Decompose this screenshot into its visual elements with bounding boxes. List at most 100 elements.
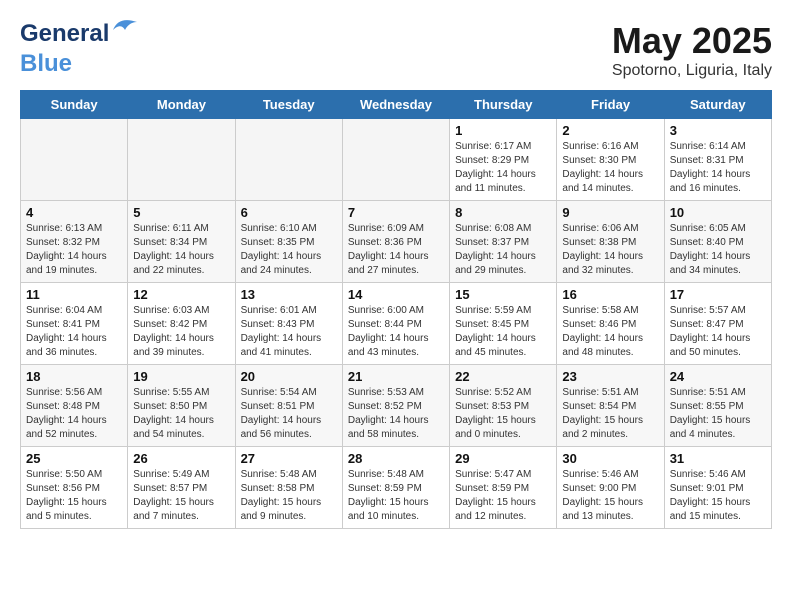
calendar-cell: 7Sunrise: 6:09 AM Sunset: 8:36 PM Daylig… xyxy=(342,201,449,283)
calendar-subtitle: Spotorno, Liguria, Italy xyxy=(612,62,772,80)
day-info: Sunrise: 5:52 AM Sunset: 8:53 PM Dayligh… xyxy=(455,386,551,442)
day-info: Sunrise: 5:57 AM Sunset: 8:47 PM Dayligh… xyxy=(670,304,766,360)
day-number: 7 xyxy=(348,205,444,220)
logo-blue: Blue xyxy=(20,50,72,77)
day-number: 4 xyxy=(26,205,122,220)
day-number: 15 xyxy=(455,287,551,302)
calendar-cell: 24 Sunrise: 5:51 AM Sunset: 8:55 PM Dayli… xyxy=(664,365,771,447)
calendar-week-row: 1Sunrise: 6:17 AM Sunset: 8:29 PM Daylig… xyxy=(21,119,772,201)
day-number: 28 xyxy=(348,451,444,466)
day-number: 24 xyxy=(670,369,766,384)
page-header: General Blue May 2025 Spotorno, Liguria,… xyxy=(20,20,772,80)
logo-general: General xyxy=(20,20,109,47)
calendar-cell xyxy=(21,119,128,201)
day-info: Sunrise: 6:06 AM Sunset: 8:38 PM Dayligh… xyxy=(562,222,658,278)
calendar-header-row: SundayMondayTuesdayWednesdayThursdayFrid… xyxy=(21,91,772,119)
day-info: Sunrise: 5:55 AM Sunset: 8:50 PM Dayligh… xyxy=(133,386,229,442)
calendar-cell: 26Sunrise: 5:49 AM Sunset: 8:57 PM Dayli… xyxy=(128,447,235,529)
day-header-saturday: Saturday xyxy=(664,91,771,119)
calendar-cell: 17 Sunrise: 5:57 AM Sunset: 8:47 PM Dayli… xyxy=(664,283,771,365)
calendar-week-row: 4Sunrise: 6:13 AM Sunset: 8:32 PM Daylig… xyxy=(21,201,772,283)
day-number: 5 xyxy=(133,205,229,220)
day-number: 18 xyxy=(26,369,122,384)
day-info: Sunrise: 6:05 AM Sunset: 8:40 PM Dayligh… xyxy=(670,222,766,278)
calendar-cell: 31 Sunrise: 5:46 AM Sunset: 9:01 PM Dayli… xyxy=(664,447,771,529)
day-number: 13 xyxy=(241,287,337,302)
calendar-week-row: 18 Sunrise: 5:56 AM Sunset: 8:48 PM Dayli… xyxy=(21,365,772,447)
calendar-cell: 18 Sunrise: 5:56 AM Sunset: 8:48 PM Dayli… xyxy=(21,365,128,447)
calendar-cell: 5 Sunrise: 6:11 AM Sunset: 8:34 PM Daylig… xyxy=(128,201,235,283)
day-info: Sunrise: 5:56 AM Sunset: 8:48 PM Dayligh… xyxy=(26,386,122,442)
day-number: 9 xyxy=(562,205,658,220)
calendar-cell: 29Sunrise: 5:47 AM Sunset: 8:59 PM Dayli… xyxy=(450,447,557,529)
day-number: 6 xyxy=(241,205,337,220)
day-number: 10 xyxy=(670,205,766,220)
day-header-wednesday: Wednesday xyxy=(342,91,449,119)
calendar-cell: 30 Sunrise: 5:46 AM Sunset: 9:00 PM Dayli… xyxy=(557,447,664,529)
day-number: 25 xyxy=(26,451,122,466)
calendar-cell: 4Sunrise: 6:13 AM Sunset: 8:32 PM Daylig… xyxy=(21,201,128,283)
day-number: 27 xyxy=(241,451,337,466)
day-number: 19 xyxy=(133,369,229,384)
calendar-cell: 6 Sunrise: 6:10 AM Sunset: 8:35 PM Daylig… xyxy=(235,201,342,283)
calendar-cell: 22 Sunrise: 5:52 AM Sunset: 8:53 PM Dayli… xyxy=(450,365,557,447)
logo-bird-icon xyxy=(111,16,139,34)
calendar-title: May 2025 xyxy=(612,20,772,62)
calendar-cell: 25Sunrise: 5:50 AM Sunset: 8:56 PM Dayli… xyxy=(21,447,128,529)
calendar-cell: 20 Sunrise: 5:54 AM Sunset: 8:51 PM Dayli… xyxy=(235,365,342,447)
title-area: May 2025 Spotorno, Liguria, Italy xyxy=(612,20,772,80)
calendar-cell: 19 Sunrise: 5:55 AM Sunset: 8:50 PM Dayli… xyxy=(128,365,235,447)
day-info: Sunrise: 5:54 AM Sunset: 8:51 PM Dayligh… xyxy=(241,386,337,442)
day-number: 17 xyxy=(670,287,766,302)
day-number: 12 xyxy=(133,287,229,302)
calendar-cell: 21Sunrise: 5:53 AM Sunset: 8:52 PM Dayli… xyxy=(342,365,449,447)
day-number: 11 xyxy=(26,287,122,302)
day-number: 20 xyxy=(241,369,337,384)
calendar-cell: 1Sunrise: 6:17 AM Sunset: 8:29 PM Daylig… xyxy=(450,119,557,201)
day-info: Sunrise: 5:48 AM Sunset: 8:58 PM Dayligh… xyxy=(241,468,337,524)
day-number: 30 xyxy=(562,451,658,466)
calendar-cell: 27 Sunrise: 5:48 AM Sunset: 8:58 PM Dayli… xyxy=(235,447,342,529)
day-number: 3 xyxy=(670,123,766,138)
day-header-monday: Monday xyxy=(128,91,235,119)
day-info: Sunrise: 6:10 AM Sunset: 8:35 PM Dayligh… xyxy=(241,222,337,278)
calendar-cell: 8Sunrise: 6:08 AM Sunset: 8:37 PM Daylig… xyxy=(450,201,557,283)
day-info: Sunrise: 5:48 AM Sunset: 8:59 PM Dayligh… xyxy=(348,468,444,524)
day-info: Sunrise: 5:46 AM Sunset: 9:01 PM Dayligh… xyxy=(670,468,766,524)
calendar-cell: 15 Sunrise: 5:59 AM Sunset: 8:45 PM Dayli… xyxy=(450,283,557,365)
calendar-cell: 16 Sunrise: 5:58 AM Sunset: 8:46 PM Dayli… xyxy=(557,283,664,365)
day-info: Sunrise: 5:49 AM Sunset: 8:57 PM Dayligh… xyxy=(133,468,229,524)
calendar-cell xyxy=(128,119,235,201)
calendar-cell: 10 Sunrise: 6:05 AM Sunset: 8:40 PM Dayli… xyxy=(664,201,771,283)
day-number: 23 xyxy=(562,369,658,384)
calendar-cell: 9 Sunrise: 6:06 AM Sunset: 8:38 PM Daylig… xyxy=(557,201,664,283)
day-info: Sunrise: 5:46 AM Sunset: 9:00 PM Dayligh… xyxy=(562,468,658,524)
day-number: 2 xyxy=(562,123,658,138)
logo: General Blue xyxy=(20,20,109,78)
day-number: 8 xyxy=(455,205,551,220)
day-number: 31 xyxy=(670,451,766,466)
day-header-tuesday: Tuesday xyxy=(235,91,342,119)
calendar-cell: 23Sunrise: 5:51 AM Sunset: 8:54 PM Dayli… xyxy=(557,365,664,447)
calendar-cell: 13Sunrise: 6:01 AM Sunset: 8:43 PM Dayli… xyxy=(235,283,342,365)
day-info: Sunrise: 6:00 AM Sunset: 8:44 PM Dayligh… xyxy=(348,304,444,360)
calendar-cell: 2Sunrise: 6:16 AM Sunset: 8:30 PM Daylig… xyxy=(557,119,664,201)
day-info: Sunrise: 5:58 AM Sunset: 8:46 PM Dayligh… xyxy=(562,304,658,360)
day-info: Sunrise: 5:59 AM Sunset: 8:45 PM Dayligh… xyxy=(455,304,551,360)
day-info: Sunrise: 6:03 AM Sunset: 8:42 PM Dayligh… xyxy=(133,304,229,360)
day-number: 22 xyxy=(455,369,551,384)
day-info: Sunrise: 5:51 AM Sunset: 8:55 PM Dayligh… xyxy=(670,386,766,442)
day-number: 16 xyxy=(562,287,658,302)
day-info: Sunrise: 6:14 AM Sunset: 8:31 PM Dayligh… xyxy=(670,140,766,196)
day-number: 1 xyxy=(455,123,551,138)
calendar-cell: 28 Sunrise: 5:48 AM Sunset: 8:59 PM Dayli… xyxy=(342,447,449,529)
day-number: 29 xyxy=(455,451,551,466)
calendar-cell: 12 Sunrise: 6:03 AM Sunset: 8:42 PM Dayli… xyxy=(128,283,235,365)
day-header-sunday: Sunday xyxy=(21,91,128,119)
day-header-thursday: Thursday xyxy=(450,91,557,119)
calendar-cell xyxy=(342,119,449,201)
day-info: Sunrise: 6:11 AM Sunset: 8:34 PM Dayligh… xyxy=(133,222,229,278)
calendar-table: SundayMondayTuesdayWednesdayThursdayFrid… xyxy=(20,90,772,529)
day-info: Sunrise: 6:04 AM Sunset: 8:41 PM Dayligh… xyxy=(26,304,122,360)
calendar-week-row: 11 Sunrise: 6:04 AM Sunset: 8:41 PM Dayli… xyxy=(21,283,772,365)
